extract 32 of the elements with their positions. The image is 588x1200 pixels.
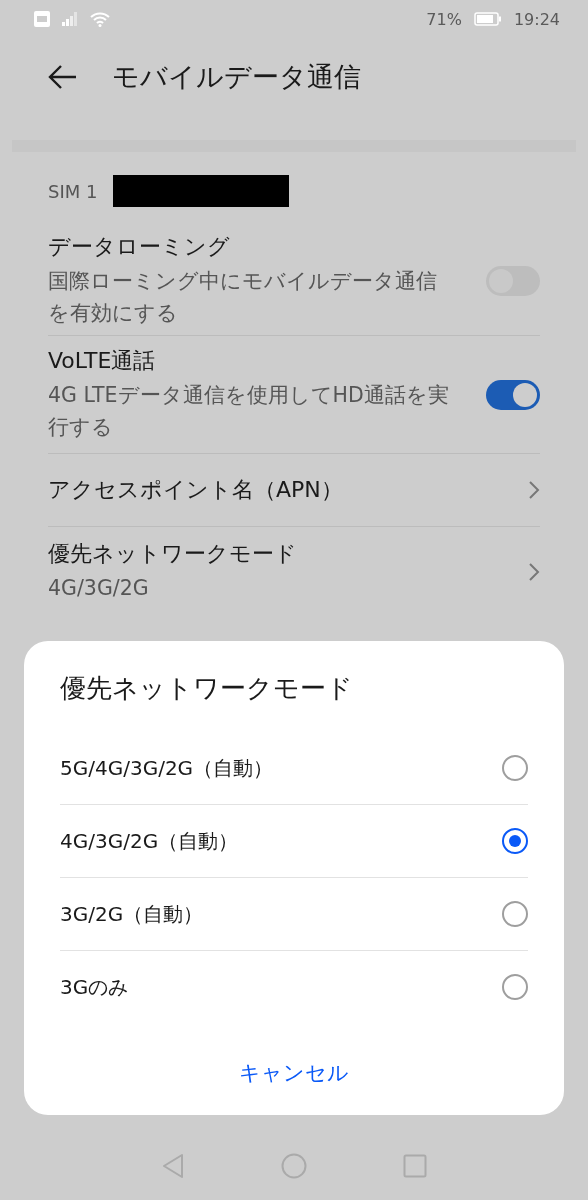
page-title: モバイルデータ通信 — [112, 60, 361, 94]
wifi-icon — [90, 11, 110, 27]
signal-icon — [62, 12, 78, 26]
network-option[interactable]: 4G/3G/2G（自動） — [60, 805, 528, 878]
chevron-right-icon — [528, 480, 540, 500]
setting-title[interactable]: VoLTE通話 — [48, 346, 452, 376]
sim-label: SIM 1 — [48, 180, 98, 202]
setting-title[interactable]: 優先ネットワークモード — [48, 539, 452, 569]
radio-button[interactable] — [502, 828, 528, 854]
back-triangle-icon[interactable] — [161, 1153, 185, 1179]
network-option[interactable]: 5G/4G/3G/2G（自動） — [60, 732, 528, 805]
radio-button[interactable] — [502, 974, 528, 1000]
toggle-switch[interactable] — [486, 379, 540, 410]
battery-icon — [473, 12, 502, 26]
setting-subtitle: 4G/3G/2G — [48, 575, 150, 602]
chevron-right-icon — [528, 561, 540, 582]
network-option[interactable]: 3G/2G（自動） — [60, 878, 528, 951]
home-circle-icon[interactable] — [281, 1153, 307, 1179]
back-arrow-icon[interactable] — [48, 64, 78, 90]
setting-title[interactable]: アクセスポイント名（APN） — [48, 475, 452, 505]
radio-button[interactable] — [502, 755, 528, 781]
hd-icon — [34, 11, 50, 27]
setting-title[interactable]: データローミング — [48, 232, 452, 262]
setting-subtitle: 4G LTEデータ通信を使用してHD通話を実行する — [48, 382, 450, 441]
recents-square-icon[interactable] — [403, 1154, 427, 1178]
setting-subtitle: 国際ローミング中にモバイルデータ通信を有効にする — [48, 268, 438, 327]
radio-button[interactable] — [502, 901, 528, 927]
dialog-title: 優先ネットワークモード — [60, 672, 354, 705]
clock-time: 19:24 — [513, 9, 560, 29]
cancel-button[interactable]: キャンセル — [227, 1053, 361, 1093]
battery-percent: 71% — [426, 9, 462, 29]
network-option[interactable]: 3Gのみ — [60, 951, 528, 1023]
